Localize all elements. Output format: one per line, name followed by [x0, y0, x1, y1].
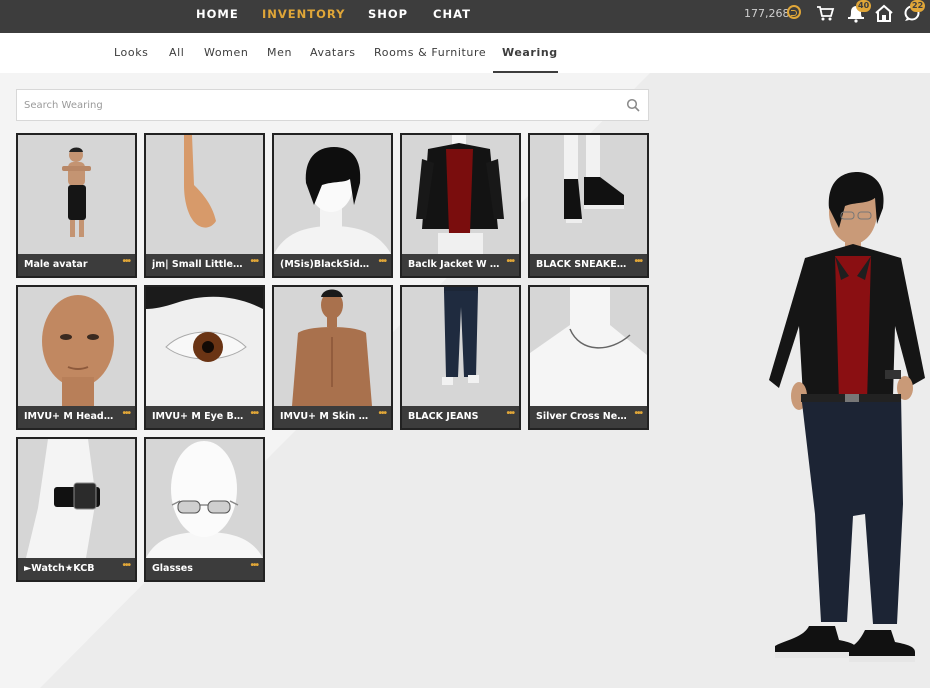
- jeans-thumb: [402, 287, 519, 406]
- item-tile[interactable]: IMVU+ M Skin Olive •••: [272, 285, 393, 430]
- item-more-button[interactable]: •••: [122, 560, 130, 571]
- credits-balance: 177,268: [744, 7, 790, 20]
- item-more-button[interactable]: •••: [634, 256, 642, 267]
- item-tile[interactable]: BLACK JEANS •••: [400, 285, 521, 430]
- item-more-button[interactable]: •••: [506, 408, 514, 419]
- hand-thumb: [146, 135, 263, 254]
- item-name: Baclk Jacket W Red Shirt: [408, 259, 500, 270]
- jacket-thumb: [402, 135, 519, 254]
- item-name: IMVU+ M Head Skin: [24, 411, 116, 422]
- inventory-subnav: Looks All Women Men Avatars Rooms & Furn…: [0, 33, 930, 73]
- item-caption: BLACK JEANS •••: [402, 406, 519, 428]
- item-more-button[interactable]: •••: [250, 408, 258, 419]
- nav-chat[interactable]: CHAT: [433, 7, 471, 21]
- nav-shop[interactable]: SHOP: [368, 7, 408, 21]
- item-tile[interactable]: ►Watch★KCB •••: [16, 437, 137, 582]
- item-more-button[interactable]: •••: [122, 408, 130, 419]
- item-tile[interactable]: IMVU+ M Head Skin •••: [16, 285, 137, 430]
- item-more-button[interactable]: •••: [122, 256, 130, 267]
- item-caption: Male avatar •••: [18, 254, 135, 276]
- item-name: IMVU+ M Skin Olive: [280, 411, 372, 422]
- search-input[interactable]: [24, 97, 614, 113]
- item-caption: Baclk Jacket W Red Shirt •••: [402, 254, 519, 276]
- item-caption: Glasses •••: [146, 558, 263, 580]
- subnav-women[interactable]: Women: [204, 46, 248, 59]
- item-name: Silver Cross Necklace: [536, 411, 628, 422]
- item-caption: jm| Small Little Hands •••: [146, 254, 263, 276]
- item-more-button[interactable]: •••: [378, 408, 386, 419]
- subnav-men[interactable]: Men: [267, 46, 292, 59]
- glasses-thumb: [146, 439, 263, 558]
- nav-home[interactable]: HOME: [196, 7, 239, 21]
- chat-bubble-icon[interactable]: 22: [901, 0, 926, 24]
- top-bar: HOME INVENTORY SHOP CHAT 177,268 40 22: [0, 0, 930, 33]
- search-icon[interactable]: [626, 98, 640, 112]
- item-tile[interactable]: BLACK SNEAKERS •••: [528, 133, 649, 278]
- chat-badge: 22: [910, 0, 926, 12]
- subnav-avatars[interactable]: Avatars: [310, 46, 356, 59]
- item-caption: (MSis)BlackSideBangs •••: [274, 254, 391, 276]
- item-caption: ►Watch★KCB •••: [18, 558, 135, 580]
- item-more-button[interactable]: •••: [250, 560, 258, 571]
- notifications-bell-icon[interactable]: 40: [845, 0, 872, 24]
- search-box: [16, 89, 649, 121]
- item-name: Glasses: [152, 563, 193, 574]
- item-name: ►Watch★KCB: [24, 563, 95, 574]
- sneakers-thumb: [530, 135, 647, 254]
- item-more-button[interactable]: •••: [378, 256, 386, 267]
- item-tile[interactable]: Glasses •••: [144, 437, 265, 582]
- item-name: IMVU+ M Eye Brown: [152, 411, 244, 422]
- item-more-button[interactable]: •••: [250, 256, 258, 267]
- item-name: Male avatar: [24, 259, 88, 270]
- watch-thumb: [18, 439, 135, 558]
- item-tile[interactable]: Silver Cross Necklace •••: [528, 285, 649, 430]
- item-name: jm| Small Little Hands: [152, 259, 244, 270]
- item-caption: BLACK SNEAKERS •••: [530, 254, 647, 276]
- subnav-looks[interactable]: Looks: [114, 46, 149, 59]
- item-more-button[interactable]: •••: [506, 256, 514, 267]
- item-caption: IMVU+ M Eye Brown •••: [146, 406, 263, 428]
- item-caption: Silver Cross Necklace •••: [530, 406, 647, 428]
- notifications-badge: 40: [856, 0, 872, 12]
- cart-icon[interactable]: [814, 2, 836, 24]
- necklace-thumb: [530, 287, 647, 406]
- item-tile[interactable]: IMVU+ M Eye Brown •••: [144, 285, 265, 430]
- avatar-preview[interactable]: [765, 170, 930, 665]
- hair-thumb: [274, 135, 391, 254]
- subnav-wearing[interactable]: Wearing: [502, 46, 558, 59]
- item-more-button[interactable]: •••: [634, 408, 642, 419]
- item-name: BLACK SNEAKERS: [536, 259, 628, 270]
- item-tile[interactable]: (MSis)BlackSideBangs •••: [272, 133, 393, 278]
- item-caption: IMVU+ M Head Skin •••: [18, 406, 135, 428]
- item-name: (MSis)BlackSideBangs: [280, 259, 372, 270]
- item-tile[interactable]: Male avatar •••: [16, 133, 137, 278]
- item-name: BLACK JEANS: [408, 411, 479, 422]
- subnav-all[interactable]: All: [169, 46, 184, 59]
- credits-coin-icon: [787, 5, 801, 19]
- male-avatar-thumb: [18, 135, 135, 254]
- item-tile[interactable]: jm| Small Little Hands •••: [144, 133, 265, 278]
- eye-thumb: [146, 287, 263, 406]
- home-room-icon[interactable]: [873, 2, 895, 24]
- subnav-rooms-furniture[interactable]: Rooms & Furniture: [374, 46, 486, 59]
- item-tile[interactable]: Baclk Jacket W Red Shirt •••: [400, 133, 521, 278]
- skin-thumb: [274, 287, 391, 406]
- head-thumb: [18, 287, 135, 406]
- nav-inventory[interactable]: INVENTORY: [262, 7, 345, 21]
- item-caption: IMVU+ M Skin Olive •••: [274, 406, 391, 428]
